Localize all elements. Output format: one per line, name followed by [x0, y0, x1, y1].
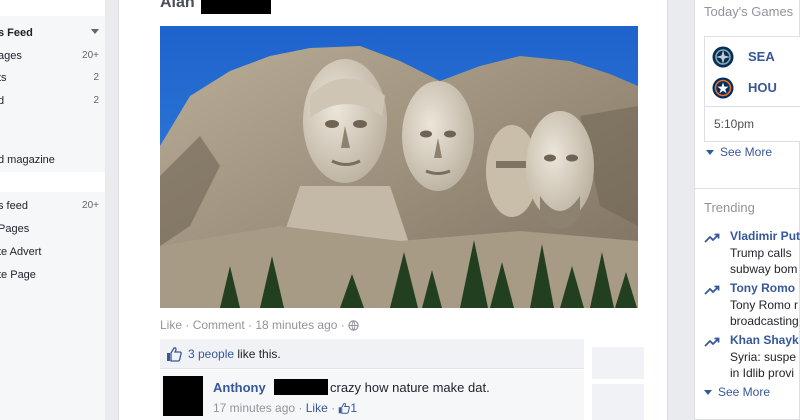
- globe-icon[interactable]: [348, 320, 359, 334]
- redacted-surname: [274, 379, 328, 395]
- comment-text: crazy how nature make dat.: [330, 380, 490, 395]
- likes-summary: 3 people like this.: [160, 339, 584, 369]
- side-block: [592, 347, 644, 379]
- likes-count-link[interactable]: 3 people: [188, 347, 234, 361]
- see-more-label: See More: [720, 145, 773, 159]
- trending-topic: Tony Romo: [730, 281, 796, 295]
- games-see-more-link[interactable]: See More: [706, 145, 772, 159]
- comment-like-count[interactable]: 1: [350, 401, 357, 415]
- trending-arrow-icon: [704, 283, 720, 295]
- caret-down-icon: [704, 390, 712, 396]
- sidebar-item-count: 2: [93, 95, 99, 106]
- sidebar-item-create-page[interactable]: te Page: [0, 266, 105, 284]
- trending-item[interactable]: Tony Romo Tony Romo r broadcasting: [704, 281, 800, 329]
- separator-dot: ·: [327, 401, 339, 415]
- post-actions-bar: Like · Comment · 18 minutes ago ·: [160, 318, 359, 334]
- mariners-logo-icon: [712, 46, 734, 68]
- post-timestamp[interactable]: 18 minutes ago: [255, 318, 337, 332]
- trending-desc-line: in Idlib provi: [730, 366, 795, 380]
- trending-arrow-icon: [704, 231, 720, 243]
- caret-down-icon: [706, 150, 714, 156]
- sidebar-item-label: d: [0, 95, 5, 107]
- see-more-label: See More: [718, 385, 771, 399]
- sidebar-item-events[interactable]: ts 2: [0, 69, 105, 87]
- sidebar-item-pages[interactable]: ages 20+: [0, 47, 105, 65]
- trending-desc-line: broadcasting: [730, 314, 799, 328]
- trending-see-more-link[interactable]: See More: [704, 385, 770, 399]
- chevron-down-icon[interactable]: [91, 24, 99, 42]
- separator-dot: ·: [182, 318, 193, 332]
- trending-item[interactable]: Khan Shayk Syria: suspe in Idlib provi: [704, 333, 800, 381]
- game-time: 5:10pm: [714, 117, 755, 131]
- sidebar-item-count: 20+: [82, 200, 99, 211]
- trending-desc-line: subway bom: [730, 262, 798, 276]
- sidebar-item-magazine[interactable]: d magazine: [0, 151, 105, 169]
- sidebar-item-create-advert[interactable]: te Advert: [0, 243, 105, 261]
- games-card-title: Today's Games: [704, 4, 794, 19]
- sidebar-item-label: ts: [0, 72, 7, 84]
- sidebar-item-feed[interactable]: d 2: [0, 92, 105, 110]
- sidebar-item-count: 2: [93, 72, 99, 83]
- divider: [705, 106, 800, 107]
- trending-desc-line: Syria: suspe: [730, 350, 797, 364]
- separator-dot: ·: [295, 401, 306, 415]
- post-photo[interactable]: [160, 26, 638, 308]
- sidebar-item-label: te Page: [0, 269, 36, 281]
- avatar[interactable]: [163, 376, 203, 416]
- trending-topic: Vladimir Put: [730, 229, 800, 243]
- team-abbr: SEA: [748, 49, 775, 64]
- like-link[interactable]: Like: [160, 318, 182, 332]
- team-abbr: HOU: [748, 80, 777, 95]
- mount-rushmore-image: [160, 26, 638, 308]
- sidebar-item-label: d magazine: [0, 154, 55, 166]
- sidebar-item-pages-feed[interactable]: s feed 20+: [0, 197, 105, 215]
- sidebar-item-label: te Advert: [0, 246, 42, 258]
- left-sidebar-top-block: [0, 0, 105, 16]
- comment-timestamp[interactable]: 17 minutes ago: [213, 401, 295, 415]
- trending-desc-line: Tony Romo r: [730, 298, 799, 312]
- sidebar-item-label: s feed: [0, 200, 28, 212]
- separator-dot: ·: [337, 318, 349, 332]
- post-author-name[interactable]: Alan: [160, 0, 195, 12]
- trending-arrow-icon: [704, 335, 720, 347]
- sidebar-item-count: 20+: [82, 50, 99, 61]
- trending-desc-line: Trump calls: [730, 246, 792, 260]
- thumbs-up-icon: [338, 402, 351, 417]
- astros-logo-icon: [712, 77, 734, 99]
- likes-suffix: like this.: [234, 347, 281, 361]
- sidebar-item-like-pages[interactable]: Pages: [0, 220, 105, 238]
- left-sidebar-divider-block: [0, 172, 105, 192]
- sidebar-item-label: Pages: [0, 223, 30, 235]
- trending-title: Trending: [704, 200, 755, 215]
- thumbs-up-icon: [166, 346, 182, 362]
- sidebar-item-label: ages: [0, 50, 22, 62]
- side-block: [592, 384, 644, 420]
- trending-topic: Khan Shayk: [730, 333, 799, 347]
- redacted-surname: [201, 0, 271, 14]
- separator-dot: ·: [244, 318, 256, 332]
- trending-item[interactable]: Vladimir Put Trump calls subway bom: [704, 229, 800, 277]
- sidebar-item-news-feed[interactable]: s Feed: [0, 24, 105, 42]
- commenter-name[interactable]: Anthony: [213, 380, 266, 395]
- comment-like-link[interactable]: Like: [306, 401, 328, 415]
- comment-link[interactable]: Comment: [193, 318, 245, 332]
- sidebar-item-label: s Feed: [0, 27, 33, 39]
- comment-meta: 17 minutes ago · Like · 1: [213, 401, 357, 417]
